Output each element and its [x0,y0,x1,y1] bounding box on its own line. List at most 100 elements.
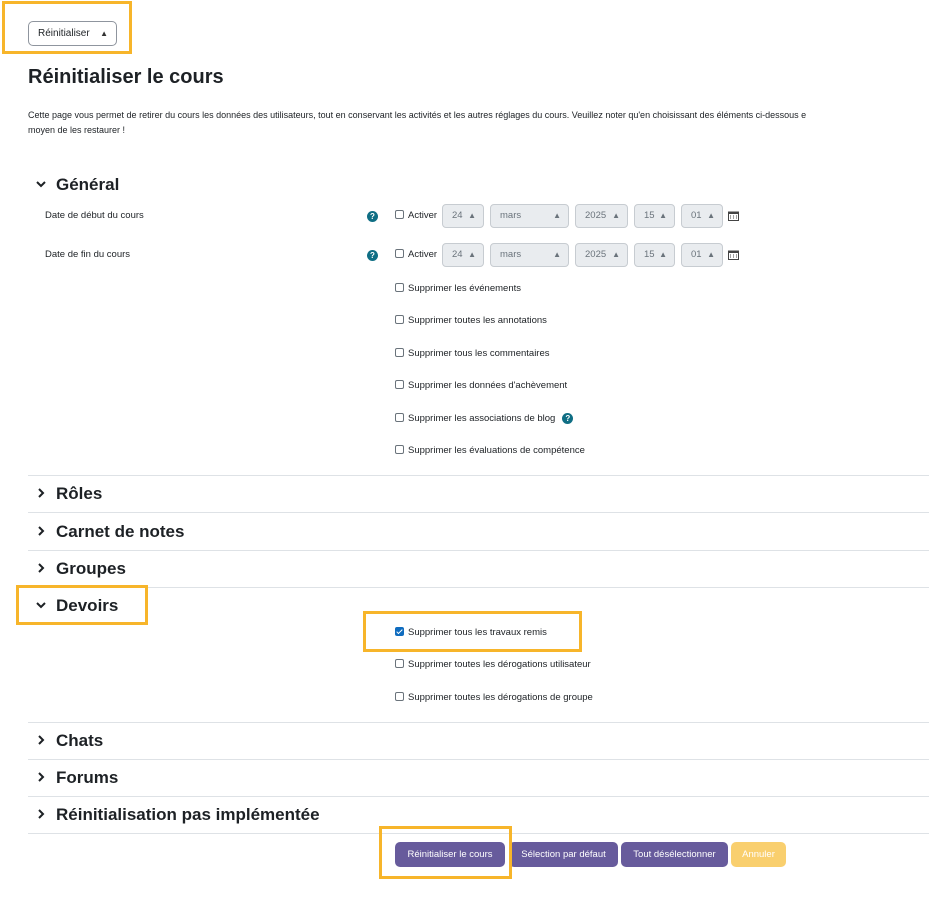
checkbox-label: Supprimer les événements [408,283,521,294]
section-not-implemented-title: Réinitialisation pas implémentée [56,805,320,824]
calendar-icon[interactable] [728,211,739,221]
end-month-select[interactable]: mars ▲ [490,243,569,267]
start-year-select[interactable]: 2025 ▲ [575,204,628,228]
checkbox-delete-completion[interactable]: Supprimer les données d'achèvement [395,379,567,393]
help-icon[interactable]: ? [367,250,378,261]
section-roles[interactable]: Rôles [28,483,929,507]
reset-select-value: Réinitialiser [38,28,90,39]
help-icon[interactable]: ? [562,413,574,424]
checkbox-delete-group-overrides[interactable]: Supprimer toutes les dérogations de grou… [395,691,593,705]
checkbox-label: Supprimer toutes les dérogations utilisa… [408,659,591,670]
section-forums[interactable]: Forums [28,767,929,791]
checkbox-delete-submissions[interactable]: Supprimer tous les travaux remis [395,626,547,640]
sort-arrows-icon: ▲ [707,250,715,259]
section-chats[interactable]: Chats [28,730,929,754]
intro-text: Cette page vous permet de retirer du cou… [28,108,929,138]
chevron-down-icon [36,602,46,609]
checkbox-label: Supprimer toutes les annotations [408,315,547,326]
checkbox-delete-competencies[interactable]: Supprimer les évaluations de compétence [395,444,585,458]
section-gradebook-title: Carnet de notes [56,522,185,541]
checkbox-label: Supprimer les données d'achèvement [408,380,568,391]
chevron-right-icon [38,809,45,819]
checkbox-box[interactable] [395,412,404,422]
section-general-header[interactable]: Général [28,174,929,198]
checkbox-delete-comments[interactable]: Supprimer tous les commentaires [395,347,550,361]
end-enable-label: Activer [408,249,438,260]
checkbox-box[interactable] [395,209,404,219]
checkbox-box[interactable] [395,248,404,258]
start-day-select[interactable]: 24 ▲ [442,204,484,228]
sort-arrows-icon: ▲ [468,211,476,220]
start-date-label: Date de début du cours [45,210,144,221]
start-month-value: mars [500,210,522,221]
sort-arrows-icon: ▲ [612,250,620,259]
section-chats-title: Chats [56,731,104,750]
divider [28,587,929,588]
section-groups[interactable]: Groupes [28,558,929,582]
section-forums-title: Forums [56,768,119,787]
sort-arrows-icon: ▲ [612,211,620,220]
chevron-right-icon [38,526,45,536]
start-hour-select[interactable]: 15 ▲ [634,204,675,228]
start-day-value: 24 [452,210,463,221]
sort-arrows-icon: ▲ [707,211,715,220]
checkbox-box[interactable] [395,314,404,324]
end-day-value: 24 [452,249,463,260]
intro-line-1: Cette page vous permet de retirer du cou… [28,110,807,120]
divider [28,796,929,797]
start-minute-select[interactable]: 01 ▲ [681,204,723,228]
checkbox-box[interactable] [395,379,404,389]
checkbox-box[interactable] [395,282,404,292]
chevron-right-icon [38,488,45,498]
default-selection-button[interactable]: Sélection par défaut [509,842,618,867]
section-gradebook[interactable]: Carnet de notes [28,521,929,545]
end-year-select[interactable]: 2025 ▲ [575,243,628,267]
divider [28,833,929,834]
checkbox-delete-user-overrides[interactable]: Supprimer toutes les dérogations utilisa… [395,658,591,672]
divider [28,550,929,551]
sort-arrows-icon: ▲ [659,250,667,259]
checkbox-delete-events[interactable]: Supprimer les événements [395,282,521,296]
end-enable-checkbox[interactable]: Activer [395,248,437,262]
checkbox-label: Supprimer les associations de blog [408,413,556,424]
section-not-implemented[interactable]: Réinitialisation pas implémentée [28,804,929,828]
end-year-value: 2025 [585,249,607,260]
end-hour-select[interactable]: 15 ▲ [634,243,675,267]
section-assignments-title: Devoirs [56,596,119,615]
start-month-select[interactable]: mars ▲ [490,204,569,228]
checkbox-delete-annotations[interactable]: Supprimer toutes les annotations [395,314,547,328]
deselect-all-button[interactable]: Tout désélectionner [621,842,728,867]
chevron-right-icon [38,563,45,573]
section-general-title: Général [56,175,120,194]
checkbox-box[interactable] [395,347,404,357]
section-general: Général [28,174,929,198]
divider [28,759,929,760]
sort-arrows-icon: ▲ [553,211,561,220]
checkbox-label: Supprimer toutes les dérogations de grou… [408,692,593,703]
cancel-button[interactable]: Annuler [731,842,786,867]
end-hour-value: 15 [644,249,655,260]
section-roles-title: Rôles [56,484,103,503]
section-assignments[interactable]: Devoirs [28,595,929,619]
end-minute-select[interactable]: 01 ▲ [681,243,723,267]
end-day-select[interactable]: 24 ▲ [442,243,484,267]
start-minute-value: 01 [691,210,702,221]
sort-arrows-icon: ▲ [468,250,476,259]
checkbox-delete-blog[interactable]: Supprimer les associations de blog? [395,412,574,426]
checkbox-box[interactable] [395,626,404,636]
end-date-label: Date de fin du cours [45,249,131,260]
page-title: Réinitialiser le cours [28,66,224,88]
intro-line-2: moyen de les restaurer ! [28,125,126,135]
sort-arrows-icon: ▲ [659,211,667,220]
sort-arrows-icon: ▲ [100,29,108,38]
reset-select[interactable]: Réinitialiser ▲ [28,21,117,46]
end-month-value: mars [500,249,522,260]
calendar-icon[interactable] [728,250,739,260]
checkbox-label: Supprimer tous les commentaires [408,348,550,359]
reset-course-button[interactable]: Réinitialiser le cours [395,842,505,867]
help-icon[interactable]: ? [367,211,378,222]
checkbox-box[interactable] [395,691,404,701]
start-enable-checkbox[interactable]: Activer [395,209,437,223]
checkbox-box[interactable] [395,444,404,454]
checkbox-box[interactable] [395,658,404,668]
